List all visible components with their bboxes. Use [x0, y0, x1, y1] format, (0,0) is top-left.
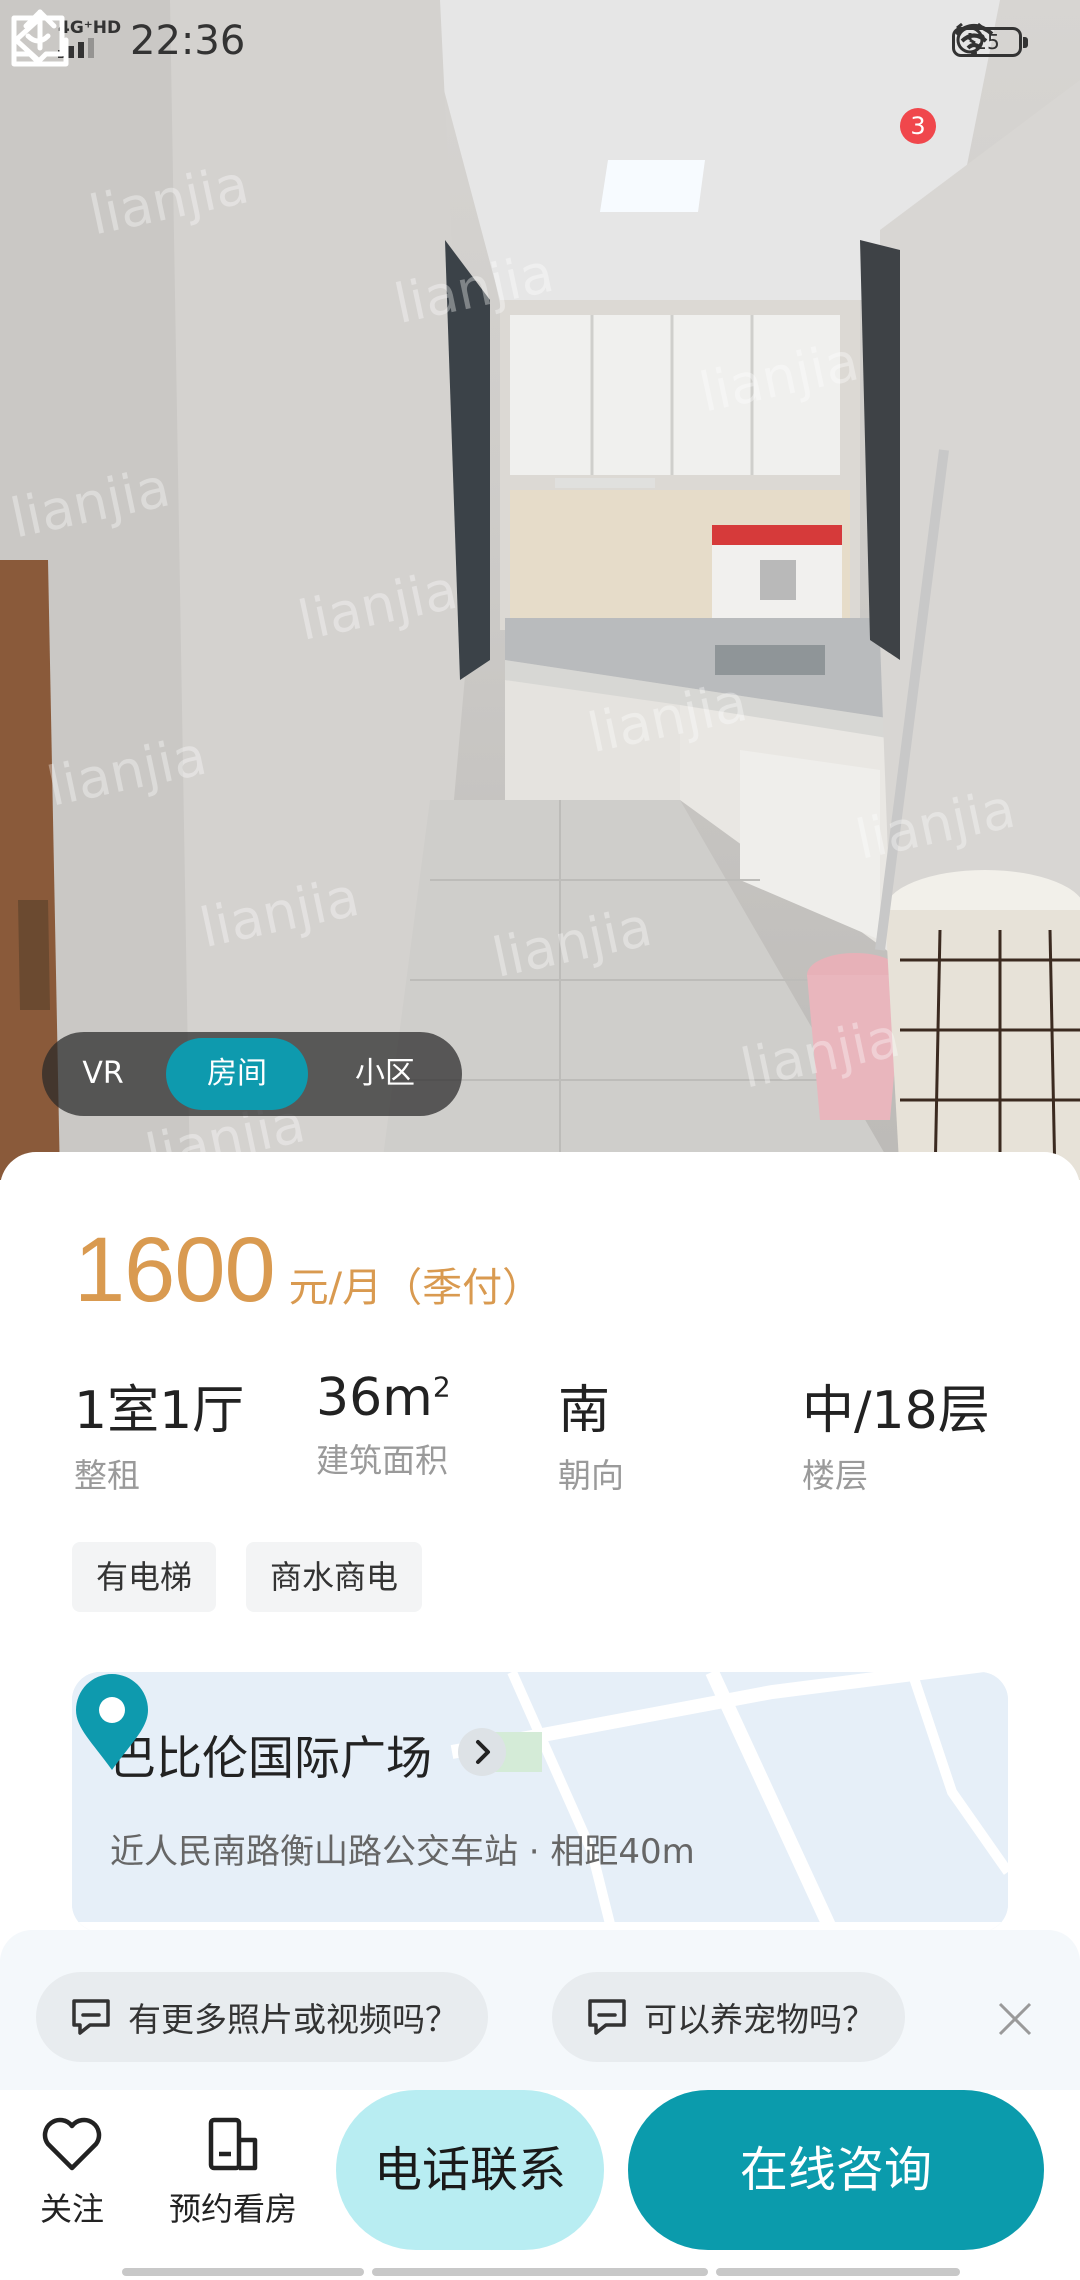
- spec-value: 中/18层: [802, 1381, 990, 1441]
- spec-label: 建筑面积: [316, 1441, 448, 1480]
- spec-value: 南: [558, 1381, 611, 1441]
- location-pin-icon: [76, 1674, 148, 1770]
- price-row: 1600 元/月（季付）: [74, 1218, 542, 1323]
- feature-tag: 商水商电: [246, 1542, 423, 1612]
- price-unit: 元/月（季付）: [288, 1265, 543, 1311]
- quick-question-chip[interactable]: 有更多照片或视频吗？: [36, 1972, 488, 2062]
- spec-layout: 1室1厅 整租: [74, 1368, 244, 1497]
- quick-question-text: 可以养宠物吗？: [644, 2000, 875, 2039]
- status-bar: 4G⁺HD 22:36 25: [0, 0, 1080, 90]
- quick-question-chip[interactable]: 可以养宠物吗？: [552, 1972, 905, 2062]
- price-value: 1600: [74, 1219, 276, 1321]
- spec-area: 36m2 建筑面积: [316, 1368, 451, 1482]
- status-icons: 25: [952, 20, 1028, 64]
- bottom-action-bar: 关注 预约看房 电话联系 在线咨询: [0, 2090, 1080, 2280]
- book-viewing-button[interactable]: 预约看房: [162, 2116, 304, 2230]
- home-indicator: [372, 2268, 708, 2276]
- tab-room[interactable]: 房间: [166, 1038, 308, 1110]
- spec-label: 整租: [74, 1456, 140, 1495]
- quick-question-bar: 有更多照片或视频吗？ 可以养宠物吗？: [0, 1930, 1080, 2090]
- chat-bubble-icon: [72, 1999, 110, 2035]
- listing-detail-page: lianjia lianjia lianjia lianjia lianjia …: [0, 0, 1080, 2280]
- clock: 22:36: [130, 18, 246, 64]
- spec-orientation: 南 朝向: [558, 1368, 624, 1497]
- home-indicator: [122, 2268, 364, 2276]
- transit-info: 近人民南路衡山路公交车站 · 相距40m: [110, 1832, 695, 1872]
- spec-floor: 中/18层 楼层: [802, 1368, 990, 1497]
- tab-vr[interactable]: VR: [48, 1038, 158, 1110]
- building-icon: [208, 2117, 258, 2171]
- home-indicator: [716, 2268, 960, 2276]
- book-viewing-label: 预约看房: [168, 2190, 297, 2228]
- follow-label: 关注: [39, 2190, 104, 2228]
- feature-tag: 有电梯: [72, 1542, 217, 1612]
- quick-question-text: 有更多照片或视频吗？: [128, 2000, 458, 2039]
- online-consult-button[interactable]: 在线咨询: [628, 2090, 1044, 2250]
- community-map-card[interactable]: 巴比伦国际广场 近人民南路衡山路公交车站 · 相距40m: [72, 1672, 1008, 1932]
- call-button[interactable]: 电话联系: [336, 2090, 604, 2250]
- community-name[interactable]: 巴比伦国际广场: [110, 1722, 432, 1788]
- chevron-right-icon: [476, 1740, 490, 1764]
- media-tabs: VR 房间 小区: [42, 1032, 462, 1116]
- chat-bubble-icon: [588, 1999, 626, 2035]
- battery-icon: 25: [952, 27, 1028, 57]
- spec-label: 楼层: [802, 1456, 868, 1495]
- spec-label: 朝向: [558, 1456, 624, 1495]
- follow-button[interactable]: 关注: [30, 2116, 114, 2230]
- close-icon[interactable]: [996, 2000, 1034, 2038]
- room-photo-illustration: lianjia lianjia lianjia lianjia lianjia …: [0, 0, 1080, 1180]
- community-arrow[interactable]: [458, 1728, 506, 1776]
- map-background: [72, 1672, 1008, 1932]
- heart-icon: [42, 2117, 102, 2171]
- tab-community[interactable]: 小区: [314, 1038, 456, 1110]
- spec-value: 36m2: [316, 1368, 451, 1428]
- message-badge: 3: [900, 108, 936, 144]
- share-icon[interactable]: [0, 0, 80, 80]
- spec-value: 1室1厅: [74, 1381, 245, 1441]
- room-photo[interactable]: lianjia lianjia lianjia lianjia lianjia …: [0, 0, 1080, 1180]
